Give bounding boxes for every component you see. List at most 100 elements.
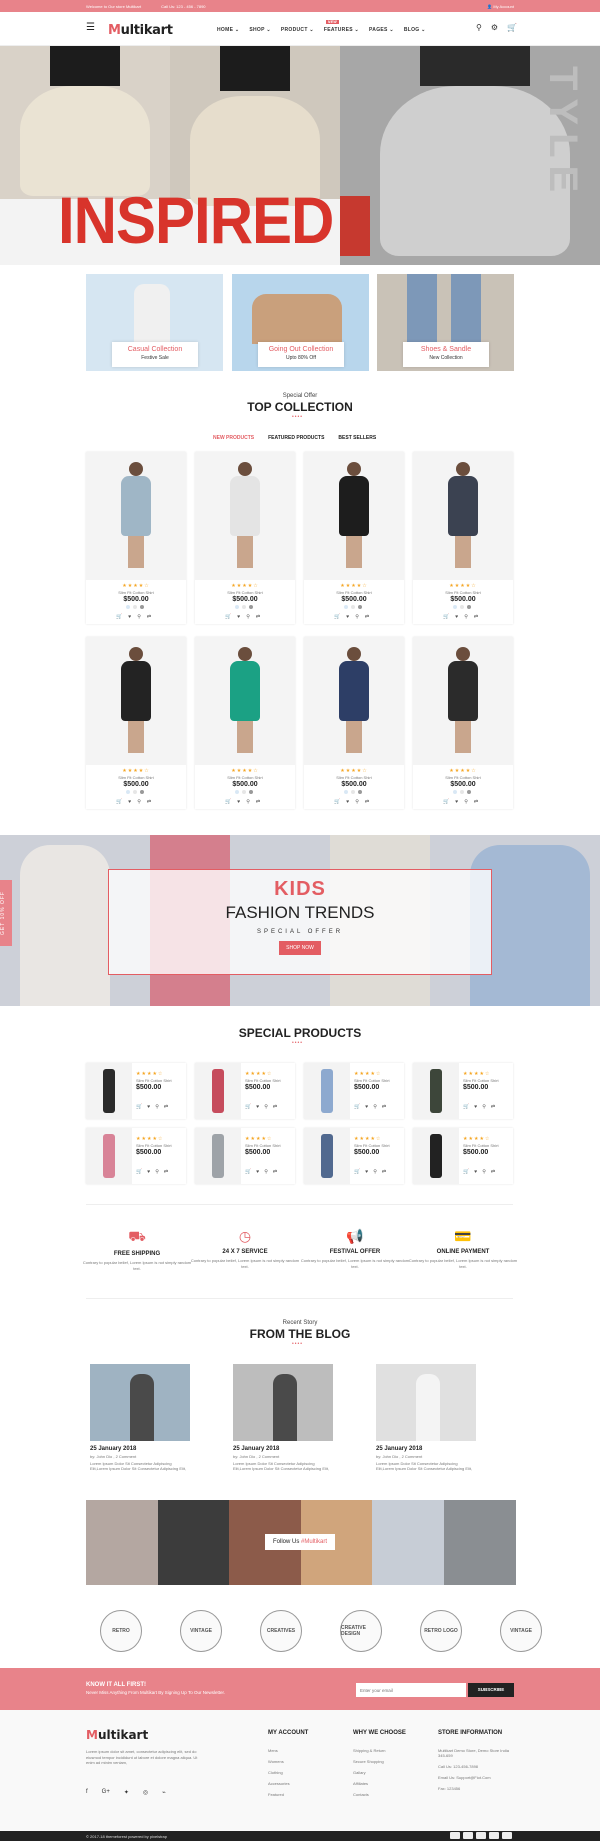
color-swatch[interactable] [140, 790, 144, 794]
quick-view-icon[interactable]: ⚲ [464, 799, 468, 805]
add-to-cart-icon[interactable]: 🛒 [354, 1169, 360, 1175]
product-image[interactable] [304, 452, 404, 580]
nav-home[interactable]: HOME ⌄ [217, 27, 239, 33]
special-product-card[interactable]: ★★★★☆ Slim Fit Cotton Shirt $500.00 🛒 ♥ ⚲ ⇄ [413, 1063, 513, 1119]
compare-icon[interactable]: ⇄ [382, 1104, 386, 1110]
product-name[interactable]: Slim Fit Cotton Shirt [304, 775, 404, 780]
special-product-image[interactable] [195, 1128, 241, 1184]
product-name[interactable]: Slim Fit Cotton Shirt [195, 775, 295, 780]
compare-icon[interactable]: ⇄ [491, 1169, 495, 1175]
twitter-icon[interactable]: ✦ [124, 1789, 129, 1796]
facebook-icon[interactable]: f [86, 1789, 88, 1796]
compare-icon[interactable]: ⇄ [365, 614, 369, 620]
add-to-cart-icon[interactable]: 🛒 [116, 799, 122, 805]
nav-pages[interactable]: PAGES ⌄ [369, 27, 394, 33]
quick-view-icon[interactable]: ⚲ [246, 799, 250, 805]
compare-icon[interactable]: ⇄ [273, 1104, 277, 1110]
collection-card[interactable]: Going Out Collection Upto 80% Off [232, 274, 369, 371]
product-name[interactable]: Slim Fit Cotton Shirt [354, 1078, 390, 1083]
quick-view-icon[interactable]: ⚲ [264, 1104, 268, 1110]
special-product-image[interactable] [86, 1128, 132, 1184]
brand-logo[interactable]: RETRO [100, 1610, 142, 1652]
add-to-cart-icon[interactable]: 🛒 [334, 799, 340, 805]
color-swatch[interactable] [351, 605, 355, 609]
color-swatch[interactable] [126, 605, 130, 609]
blog-post[interactable]: 25 January 2018 by: John Dio , 2 Comment L… [233, 1364, 333, 1471]
collection-card[interactable]: Casual Collection Festive Sale [86, 274, 223, 371]
color-swatch[interactable] [460, 790, 464, 794]
subscribe-button[interactable]: SUBSCRIBE [468, 1683, 514, 1697]
product-card[interactable]: ★★★★☆ Slim Fit Cotton Shirt $500.00 🛒 ♥ ⚲ ⇄ [413, 452, 513, 624]
color-swatch[interactable] [453, 605, 457, 609]
color-swatch[interactable] [235, 605, 239, 609]
product-image[interactable] [413, 452, 513, 580]
special-product-image[interactable] [195, 1063, 241, 1119]
instagram-tile[interactable] [443, 1500, 516, 1585]
special-product-card[interactable]: ★★★★☆ Slim Fit Cotton Shirt $500.00 🛒 ♥ ⚲ ⇄ [86, 1128, 186, 1184]
compare-icon[interactable]: ⇄ [147, 614, 151, 620]
follow-us-box[interactable]: Follow Us #Multikart [265, 1534, 335, 1550]
color-swatch[interactable] [344, 605, 348, 609]
blog-post[interactable]: 25 January 2018 by: John Dio , 2 Comment L… [376, 1364, 476, 1471]
product-name[interactable]: Slim Fit Cotton Shirt [245, 1078, 281, 1083]
wishlist-icon[interactable]: ♥ [455, 614, 458, 620]
color-swatch[interactable] [133, 605, 137, 609]
add-to-cart-icon[interactable]: 🛒 [245, 1104, 251, 1110]
footer-link[interactable]: Clothing [268, 1770, 308, 1775]
wishlist-icon[interactable]: ♥ [365, 1104, 368, 1110]
footer-link[interactable]: Accessories [268, 1781, 308, 1786]
color-swatch[interactable] [242, 790, 246, 794]
special-product-card[interactable]: ★★★★☆ Slim Fit Cotton Shirt $500.00 🛒 ♥ ⚲ ⇄ [195, 1128, 295, 1184]
product-name[interactable]: Slim Fit Cotton Shirt [354, 1143, 390, 1148]
wishlist-icon[interactable]: ♥ [147, 1104, 150, 1110]
brand-logo[interactable]: VINTAGE [500, 1610, 542, 1652]
quick-view-icon[interactable]: ⚲ [137, 614, 141, 620]
footer-link[interactable]: Shipping & Return [353, 1748, 406, 1753]
add-to-cart-icon[interactable]: 🛒 [136, 1104, 142, 1110]
compare-icon[interactable]: ⇄ [164, 1169, 168, 1175]
quick-view-icon[interactable]: ⚲ [355, 799, 359, 805]
product-image[interactable] [195, 637, 295, 765]
product-image[interactable] [86, 452, 186, 580]
color-swatch[interactable] [235, 790, 239, 794]
add-to-cart-icon[interactable]: 🛒 [354, 1104, 360, 1110]
product-card[interactable]: ★★★★☆ Slim Fit Cotton Shirt $500.00 🛒 ♥ ⚲ ⇄ [304, 452, 404, 624]
wishlist-icon[interactable]: ♥ [237, 614, 240, 620]
add-to-cart-icon[interactable]: 🛒 [463, 1169, 469, 1175]
special-product-card[interactable]: ★★★★☆ Slim Fit Cotton Shirt $500.00 🛒 ♥ ⚲ ⇄ [304, 1063, 404, 1119]
settings-icon[interactable]: ⚙ [491, 23, 498, 32]
special-product-card[interactable]: ★★★★☆ Slim Fit Cotton Shirt $500.00 🛒 ♥ ⚲ ⇄ [195, 1063, 295, 1119]
add-to-cart-icon[interactable]: 🛒 [136, 1169, 142, 1175]
quick-view-icon[interactable]: ⚲ [464, 614, 468, 620]
footer-link[interactable]: Secure Shopping [353, 1759, 406, 1764]
special-product-card[interactable]: ★★★★☆ Slim Fit Cotton Shirt $500.00 🛒 ♥ ⚲ ⇄ [86, 1063, 186, 1119]
color-swatch[interactable] [344, 790, 348, 794]
special-product-image[interactable] [413, 1063, 459, 1119]
quick-view-icon[interactable]: ⚲ [155, 1169, 159, 1175]
quick-view-icon[interactable]: ⚲ [264, 1169, 268, 1175]
hero-banner[interactable]: TYLE INSPIRED [0, 46, 600, 265]
blog-post[interactable]: 25 January 2018 by: John Dio , 2 Comment L… [90, 1364, 190, 1471]
wishlist-icon[interactable]: ♥ [256, 1169, 259, 1175]
brand-logo[interactable]: VINTAGE [180, 1610, 222, 1652]
wishlist-icon[interactable]: ♥ [474, 1169, 477, 1175]
color-swatch[interactable] [249, 605, 253, 609]
footer-link[interactable]: Featured [268, 1792, 308, 1797]
product-name[interactable]: Slim Fit Cotton Shirt [413, 590, 513, 595]
wishlist-icon[interactable]: ♥ [128, 799, 131, 805]
instagram-tile[interactable] [157, 1500, 230, 1585]
compare-icon[interactable]: ⇄ [273, 1169, 277, 1175]
compare-icon[interactable]: ⇄ [164, 1104, 168, 1110]
product-name[interactable]: Slim Fit Cotton Shirt [136, 1078, 172, 1083]
product-name[interactable]: Slim Fit Cotton Shirt [463, 1143, 499, 1148]
instagram-tile[interactable] [86, 1500, 158, 1585]
special-product-image[interactable] [413, 1128, 459, 1184]
product-name[interactable]: Slim Fit Cotton Shirt [413, 775, 513, 780]
tab-new-products[interactable]: NEW PRODUCTS [213, 435, 254, 441]
nav-shop[interactable]: SHOP ⌄ [249, 27, 270, 33]
wishlist-icon[interactable]: ♥ [256, 1104, 259, 1110]
shop-now-button[interactable]: SHOP NOW [279, 941, 321, 955]
color-swatch[interactable] [242, 605, 246, 609]
footer-link[interactable]: Affiliates [353, 1781, 406, 1786]
wishlist-icon[interactable]: ♥ [365, 1169, 368, 1175]
